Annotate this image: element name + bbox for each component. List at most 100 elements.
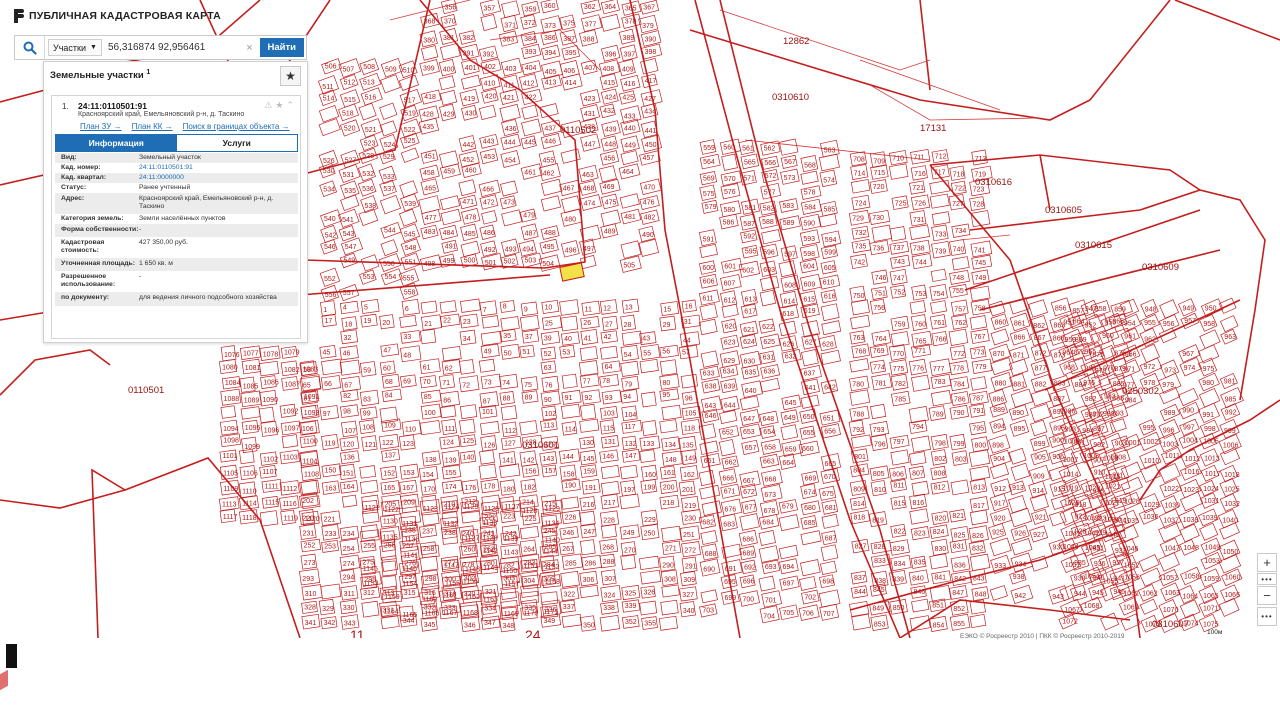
land-plot[interactable]: [478, 358, 496, 373]
land-plot[interactable]: [661, 404, 682, 421]
land-plot[interactable]: [440, 208, 462, 226]
land-plot[interactable]: [1180, 491, 1204, 512]
land-plot[interactable]: [700, 350, 719, 368]
chevron-up-icon[interactable]: ⌃: [286, 100, 294, 111]
land-plot[interactable]: [1140, 343, 1160, 364]
land-plot[interactable]: [850, 314, 871, 330]
land-plot[interactable]: [680, 374, 698, 389]
land-plot[interactable]: [870, 403, 887, 420]
land-plot[interactable]: [639, 600, 658, 616]
land-plot[interactable]: [739, 395, 760, 411]
land-plot[interactable]: [479, 449, 495, 465]
land-plot[interactable]: [800, 170, 819, 185]
land-plot[interactable]: [821, 320, 842, 336]
land-plot[interactable]: [850, 179, 871, 194]
land-plot[interactable]: [930, 300, 948, 314]
land-plot[interactable]: [258, 406, 275, 424]
land-plot[interactable]: [621, 330, 643, 346]
land-plot[interactable]: [561, 195, 582, 214]
land-plot[interactable]: [339, 359, 361, 376]
land-plot[interactable]: [909, 508, 929, 525]
info-value-link[interactable]: 24:11:0110501:91: [139, 164, 298, 172]
land-plot[interactable]: [481, 210, 498, 225]
land-plot[interactable]: [478, 463, 497, 480]
tab-information[interactable]: Информация: [56, 135, 177, 151]
land-plot[interactable]: [561, 373, 578, 389]
land-plot[interactable]: [1028, 299, 1048, 318]
land-plot[interactable]: [340, 194, 360, 211]
land-plot[interactable]: [1010, 462, 1031, 481]
land-plot[interactable]: [699, 484, 721, 500]
land-plot[interactable]: [1198, 387, 1221, 408]
land-plot[interactable]: [889, 226, 907, 242]
land-plot[interactable]: [420, 300, 438, 315]
land-plot[interactable]: [871, 224, 893, 242]
land-plot[interactable]: [989, 537, 1012, 557]
land-plot[interactable]: [480, 331, 502, 346]
land-plot[interactable]: [718, 439, 736, 457]
land-plot[interactable]: [360, 524, 379, 540]
land-plot[interactable]: [639, 358, 659, 374]
land-plot[interactable]: [911, 480, 930, 497]
land-plot[interactable]: [1010, 388, 1034, 408]
land-plot[interactable]: [699, 243, 718, 258]
land-plot[interactable]: [1179, 523, 1200, 543]
land-plot[interactable]: [578, 360, 599, 377]
land-plot[interactable]: [361, 600, 380, 618]
land-plot[interactable]: [850, 299, 870, 316]
land-plot[interactable]: [480, 14, 498, 31]
land-plot[interactable]: [460, 74, 482, 90]
land-plot[interactable]: [259, 510, 279, 527]
land-plot[interactable]: [909, 300, 927, 315]
land-plot[interactable]: [638, 555, 660, 571]
land-plot[interactable]: [1199, 522, 1219, 541]
land-plot[interactable]: [1029, 403, 1052, 423]
land-plot[interactable]: [701, 500, 722, 516]
land-plot[interactable]: [1008, 495, 1028, 514]
land-plot[interactable]: [281, 434, 299, 449]
land-plot[interactable]: [930, 390, 952, 407]
land-plot[interactable]: [1120, 461, 1142, 479]
land-plot[interactable]: [1219, 447, 1241, 466]
land-plot[interactable]: [640, 391, 657, 408]
land-plot[interactable]: [521, 118, 542, 137]
land-plot[interactable]: [930, 268, 947, 282]
land-plot[interactable]: [778, 544, 799, 560]
land-plot[interactable]: [359, 479, 379, 494]
land-plot[interactable]: [820, 349, 841, 365]
land-plot[interactable]: [700, 530, 718, 545]
land-plot[interactable]: [381, 560, 397, 577]
land-plot[interactable]: [721, 303, 739, 318]
land-plot[interactable]: [1009, 507, 1033, 528]
land-plot[interactable]: [321, 358, 343, 376]
land-plot[interactable]: [458, 179, 477, 197]
land-plot[interactable]: [820, 560, 837, 575]
land-plot[interactable]: [758, 545, 780, 563]
land-plot[interactable]: [778, 260, 797, 278]
land-plot[interactable]: [439, 150, 460, 169]
info-value-link[interactable]: 24:11:0000000: [139, 174, 298, 182]
land-plot[interactable]: [258, 360, 280, 377]
land-plot[interactable]: [540, 591, 559, 606]
land-plot[interactable]: [500, 316, 520, 332]
land-plot[interactable]: [989, 585, 1008, 601]
search-icon[interactable]: [15, 36, 45, 59]
land-plot[interactable]: [559, 299, 580, 316]
land-plot[interactable]: [600, 481, 620, 496]
land-plot[interactable]: [639, 449, 656, 463]
land-plot[interactable]: [459, 359, 475, 375]
land-plot[interactable]: [600, 464, 620, 479]
land-plot[interactable]: [661, 584, 680, 598]
land-plot[interactable]: [561, 613, 583, 628]
land-plot[interactable]: [778, 138, 799, 156]
land-plot[interactable]: [969, 613, 987, 629]
search-type-select[interactable]: Участки ▼: [48, 39, 102, 56]
land-plot[interactable]: [988, 300, 1006, 317]
land-plot[interactable]: [600, 345, 618, 360]
land-plot[interactable]: [799, 576, 817, 591]
land-plot[interactable]: [969, 315, 988, 330]
land-plot[interactable]: [320, 583, 342, 600]
land-plot[interactable]: [758, 575, 776, 592]
land-plot[interactable]: [619, 493, 640, 510]
land-plot[interactable]: [801, 349, 819, 367]
